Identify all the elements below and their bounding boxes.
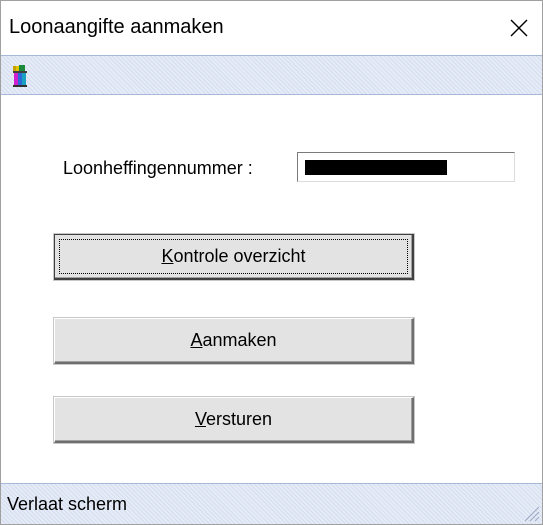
close-icon [510, 19, 528, 37]
title-bar[interactable]: Loonaangifte aanmaken [1, 1, 542, 55]
toolbar [1, 55, 542, 95]
dialog-window: Loonaangifte aanmaken Loonheffingennumme… [0, 0, 543, 525]
loonheffingennummer-label: Loonheffingennummer : [63, 158, 253, 178]
content-area: Loonheffingennummer : Kontrole overzicht… [1, 95, 542, 483]
info-book-icon[interactable] [12, 64, 28, 88]
versturen-button[interactable]: Versturen [54, 397, 414, 443]
aanmaken-label: Aanmaken [190, 330, 277, 350]
window-title: Loonaangifte aanmaken [9, 16, 224, 38]
resize-grip-icon[interactable] [522, 504, 540, 522]
versturen-label: Versturen [194, 409, 273, 429]
close-button[interactable] [496, 1, 542, 55]
status-text: Verlaat scherm [7, 494, 128, 514]
aanmaken-button[interactable]: Aanmaken [54, 318, 414, 364]
kontrole-overzicht-label: Kontrole overzicht [161, 246, 306, 266]
kontrole-overzicht-button[interactable]: Kontrole overzicht [54, 234, 414, 280]
redacted-value [305, 160, 447, 175]
status-bar: Verlaat scherm [1, 483, 542, 524]
